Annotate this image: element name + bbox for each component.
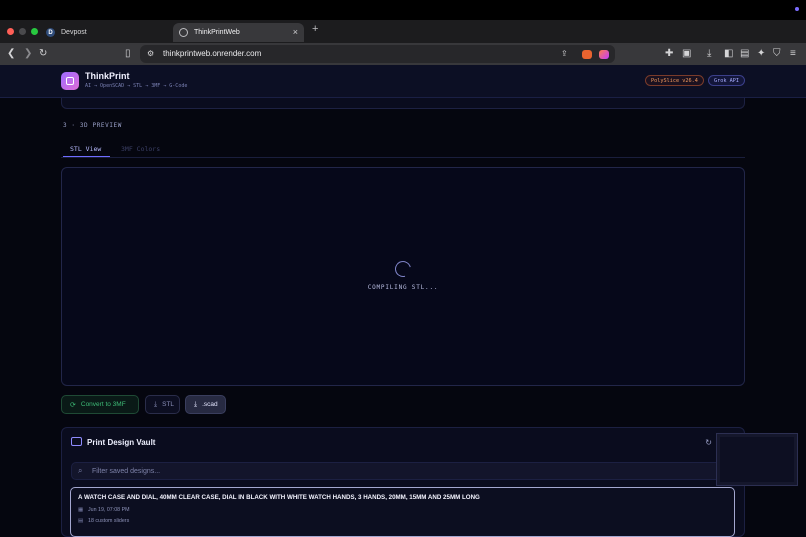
download-icon: ⤓ (194, 400, 198, 408)
bookmark-icon[interactable]: ▯ (125, 47, 131, 61)
tab-stl-view[interactable]: STL View (63, 143, 110, 158)
button-label: Convert to 3MF (80, 401, 126, 408)
refresh-icon[interactable]: ↻ (705, 438, 712, 447)
button-label: STL (162, 401, 175, 408)
previous-panel (61, 98, 745, 109)
os-menu-bar (0, 0, 806, 20)
close-window-button[interactable] (7, 28, 14, 35)
devpost-favicon-icon: D (46, 28, 55, 37)
loading-spinner-icon (392, 258, 414, 280)
tab-search-icon[interactable]: ▣ (682, 47, 691, 61)
compiling-status: COMPILING STL... (367, 284, 439, 291)
brave-shield-icon[interactable] (582, 50, 592, 59)
new-tab-button[interactable]: + (312, 23, 318, 35)
convert-icon: ⟳ (70, 401, 76, 409)
site-settings-icon[interactable]: ⚙ (147, 47, 154, 61)
print-design-vault: Print Design Vault ↻ ⌕ Filter saved desi… (61, 427, 745, 537)
design-sliders: 18 custom sliders (88, 518, 130, 524)
tab-thinkprintweb[interactable]: ThinkPrintWeb × (173, 23, 304, 42)
thinkprint-logo-icon (61, 72, 79, 90)
downloads-icon[interactable]: ⤓ (707, 47, 711, 61)
url-text: thinkprintweb.onrender.com (163, 49, 262, 58)
vpn-icon[interactable]: ⛉ (773, 47, 781, 61)
wallet-icon[interactable]: ▤ (740, 47, 749, 61)
reload-icon[interactable]: ↻ (39, 47, 47, 61)
back-icon[interactable]: ❮ (7, 47, 15, 61)
section-title: 3 · 3D PREVIEW (63, 122, 122, 129)
thumbnail-image (720, 437, 794, 482)
address-bar[interactable]: ⚙ thinkprintweb.onrender.com ⇪ (140, 45, 615, 63)
calendar-icon: ▦ (78, 507, 84, 513)
download-stl-button[interactable]: ⤓ STL (145, 395, 180, 414)
tab-label: ThinkPrintWeb (194, 29, 240, 36)
forward-icon[interactable]: ❯ (24, 47, 32, 61)
tab-divider (61, 157, 745, 158)
button-label: .scad (202, 401, 218, 408)
browser-tab-strip: D Devpost ThinkPrintWeb × (0, 20, 806, 43)
folder-icon (71, 437, 82, 446)
screenshot-thumbnail[interactable] (716, 433, 798, 486)
app-header: ThinkPrint AI → OpenSCAD → STL → 3MF → G… (0, 65, 806, 98)
tab-3mf-colors[interactable]: 3MF Colors (121, 143, 160, 153)
sliders-icon: ▤ (78, 518, 84, 524)
brave-rewards-icon[interactable] (599, 50, 609, 59)
download-icon: ⤓ (154, 400, 158, 408)
menu-icon[interactable]: ≡ (790, 47, 796, 61)
close-tab-icon[interactable]: × (293, 27, 298, 37)
polyslice-badge: PolySlice v26.4 (645, 75, 704, 86)
filter-designs-input[interactable]: ⌕ Filter saved designs... (71, 462, 734, 480)
sidebar-icon[interactable]: ◧ (724, 47, 733, 61)
extensions-icon[interactable]: ✚ (665, 47, 673, 61)
status-dot-icon (795, 7, 799, 11)
leo-ai-icon[interactable]: ✦ (757, 47, 765, 61)
maximize-window-button[interactable] (31, 28, 38, 35)
download-scad-button[interactable]: ⤓ .scad (185, 395, 226, 414)
app-subtitle: AI → OpenSCAD → STL → 3MF → G-Code (85, 83, 188, 89)
design-date: Jun 19, 07:08 PM (88, 507, 130, 513)
tab-devpost[interactable]: D Devpost (40, 23, 168, 42)
minimize-window-button[interactable] (19, 28, 26, 35)
browser-toolbar: ❮ ❯ ↻ ▯ ⚙ thinkprintweb.onrender.com ⇪ ✚… (0, 43, 806, 65)
grok-api-badge: Grok API (708, 75, 745, 86)
filter-placeholder: Filter saved designs... (92, 468, 161, 475)
convert-to-3mf-button[interactable]: ⟳ Convert to 3MF (61, 395, 139, 414)
tab-label: Devpost (61, 29, 87, 36)
globe-icon (179, 28, 188, 37)
design-title: A WATCH CASE AND DIAL, 40MM CLEAR CASE, … (78, 494, 480, 501)
design-list-item[interactable]: A WATCH CASE AND DIAL, 40MM CLEAR CASE, … (70, 487, 735, 537)
vault-title: Print Design Vault (87, 438, 156, 447)
share-icon[interactable]: ⇪ (561, 47, 568, 61)
3d-preview-viewport[interactable]: COMPILING STL... (61, 167, 745, 386)
search-icon: ⌕ (78, 466, 83, 475)
app-title: ThinkPrint (85, 71, 130, 81)
